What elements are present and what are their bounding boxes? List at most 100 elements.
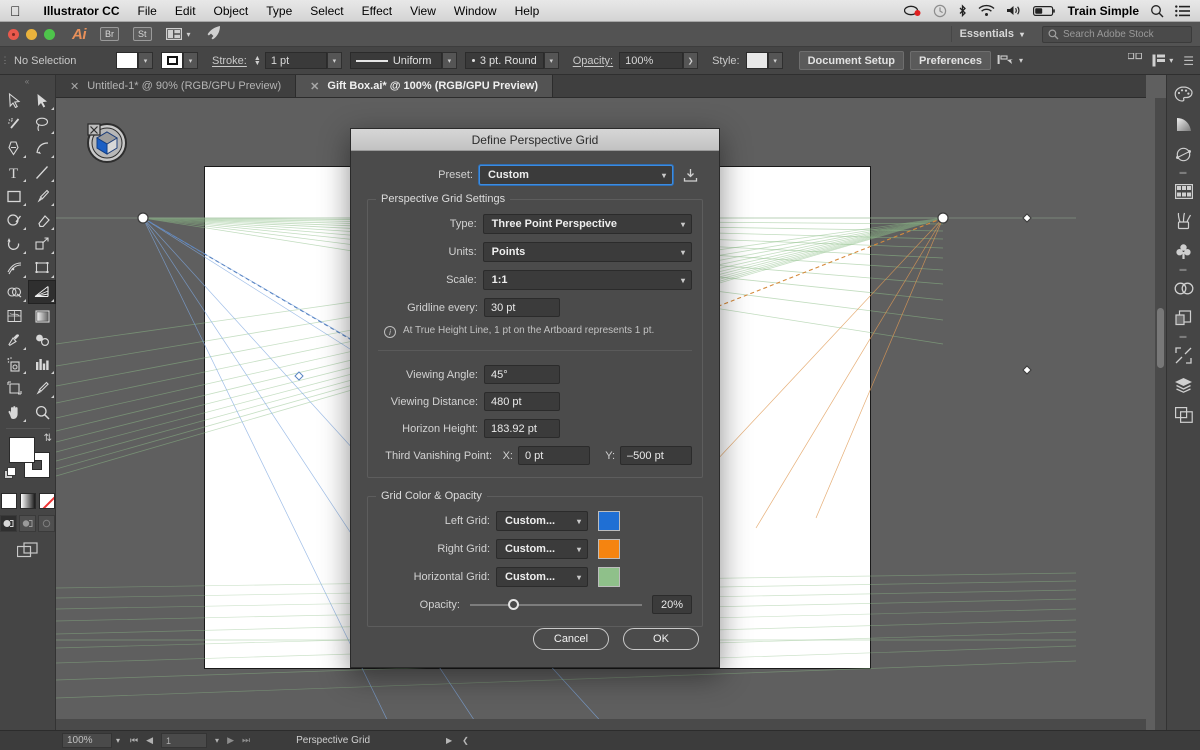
fill-color-control[interactable]: ▾ [116,52,153,69]
eraser-tool[interactable] [28,208,56,232]
type-tool[interactable]: T [0,160,28,184]
opacity-flyout-arrow[interactable]: ❯ [683,52,698,69]
stroke-profile-preview[interactable]: Uniform [350,52,442,69]
stroke-profile-dropdown-arrow[interactable]: ▾ [442,52,457,69]
stroke-color-control[interactable]: ▾ [161,52,198,69]
cancel-button[interactable]: Cancel [533,628,609,650]
artboards-panel-icon[interactable] [1167,400,1200,430]
left-grid-select[interactable]: Custom... ▾ [496,511,588,531]
default-fill-stroke-icon[interactable] [4,467,17,483]
blend-tool[interactable] [28,328,56,352]
status-flyout-icon[interactable]: ▶ [446,736,452,745]
draw-inside-button[interactable] [38,515,55,532]
brushes-panel-icon[interactable] [1167,206,1200,236]
draw-behind-button[interactable] [19,515,36,532]
hand-tool[interactable] [0,400,28,424]
direct-selection-tool[interactable] [28,88,56,112]
gridline-every-input[interactable]: 30 pt [484,298,560,317]
document-tab-untitled[interactable]: ✕ Untitled-1* @ 90% (RGB/GPU Preview) [56,75,296,97]
menu-help[interactable]: Help [506,4,549,18]
menu-file[interactable]: File [129,4,166,18]
menu-type[interactable]: Type [257,4,301,18]
document-tab-gift-box[interactable]: ✕ Gift Box.ai* @ 100% (RGB/GPU Preview) [296,75,553,97]
align-icon[interactable]: ▾ [997,54,1023,68]
swap-fill-stroke-icon[interactable]: ⇅ [44,433,52,444]
last-page-icon[interactable]: ⏭ [242,735,250,746]
vertical-scrollbar-thumb[interactable] [1157,308,1164,368]
close-tab-icon[interactable]: ✕ [70,80,79,93]
first-page-icon[interactable]: ⏮ [130,735,138,746]
line-segment-tool[interactable] [28,160,56,184]
menu-window[interactable]: Window [445,4,506,18]
menu-object[interactable]: Object [205,4,258,18]
slider-knob[interactable] [508,599,519,610]
brush-definition-value-wrap[interactable]: 3 pt. Round [465,52,544,69]
bluetooth-icon[interactable] [958,4,967,18]
gradient-swatch-button[interactable] [20,493,36,509]
control-bar-overflow-icon[interactable] [1128,53,1142,68]
notification-list-icon[interactable] [1175,5,1190,17]
layers-panel-icon[interactable] [1167,370,1200,400]
artboard-tool[interactable] [0,376,28,400]
bridge-launch-button[interactable]: Br [100,27,119,41]
apple-logo-icon[interactable]:  [10,4,21,18]
viewing-angle-input[interactable]: 45° [484,365,560,384]
opacity-control[interactable]: 100% ❯ [619,52,698,69]
width-tool[interactable] [0,256,28,280]
draw-normal-button[interactable] [0,515,17,532]
stroke-swatch[interactable] [161,52,183,69]
transparency-panel-icon[interactable] [1167,303,1200,333]
control-bar-panel-icon[interactable]: ▾ [1152,54,1173,67]
slice-tool[interactable] [28,376,56,400]
ok-button[interactable]: OK [623,628,699,650]
vertical-scrollbar[interactable] [1155,98,1166,730]
zoom-tool[interactable] [28,400,56,424]
next-page-icon[interactable]: ▶ [227,735,234,746]
perspective-grid-tool[interactable] [28,280,56,304]
column-graph-tool[interactable] [28,352,56,376]
export-panel-icon[interactable] [1167,340,1200,370]
dropbox-icon[interactable] [904,4,922,17]
vp-x-input[interactable]: 0 pt [518,446,590,465]
control-bar-menu-icon[interactable]: ☰ [1183,54,1194,68]
right-grid-color-swatch[interactable] [598,539,620,559]
preferences-button[interactable]: Preferences [910,51,991,70]
path-panel-icon[interactable] [1167,139,1200,169]
cc-libraries-icon[interactable] [1167,273,1200,303]
stroke-weight-dropdown-arrow[interactable]: ▾ [327,52,342,69]
timemachine-icon[interactable] [933,4,947,18]
stroke-profile-control[interactable]: Uniform ▾ [350,52,457,69]
opacity-value[interactable]: 100% [619,52,683,69]
close-window-button[interactable] [8,29,19,40]
color-panel-icon[interactable] [1167,79,1200,109]
brush-definition-dropdown-arrow[interactable]: ▾ [544,52,559,69]
close-tab-icon[interactable]: ✕ [310,80,319,93]
document-setup-button[interactable]: Document Setup [799,51,904,70]
type-select[interactable]: Three Point Perspective ▾ [483,214,692,234]
volume-icon[interactable] [1006,4,1022,17]
zoom-dropdown-arrow[interactable]: ▾ [116,736,120,745]
stroke-weight-stepper[interactable]: ▲▼ [253,56,262,66]
zoom-level-value[interactable]: 100% [62,733,112,748]
scale-select[interactable]: 1:1 ▾ [483,270,692,290]
menu-edit[interactable]: Edit [166,4,205,18]
artboard-number-input[interactable]: 1 [161,733,207,748]
selection-tool[interactable] [0,88,28,112]
scale-tool[interactable] [28,232,56,256]
brush-definition-control[interactable]: 3 pt. Round ▾ [465,52,559,69]
control-bar-grip[interactable]: ⋮ [0,47,10,75]
swatches-panel-icon[interactable] [1167,176,1200,206]
save-preset-icon[interactable] [683,168,698,183]
graphic-style-dropdown-arrow[interactable]: ▾ [768,52,783,69]
zoom-control[interactable]: 100% ▾ [62,733,120,748]
current-tool-label[interactable]: Perspective Grid [296,735,370,746]
stock-launch-button[interactable]: St [133,27,152,41]
symbols-panel-icon[interactable] [1167,236,1200,266]
rotate-tool[interactable] [0,232,28,256]
rocket-icon[interactable] [205,26,221,43]
none-swatch-button[interactable] [39,493,55,509]
curvature-tool[interactable] [28,136,56,160]
stroke-weight-value[interactable]: 1 pt [265,52,327,69]
menu-effect[interactable]: Effect [353,4,401,18]
battery-icon[interactable] [1033,5,1057,17]
